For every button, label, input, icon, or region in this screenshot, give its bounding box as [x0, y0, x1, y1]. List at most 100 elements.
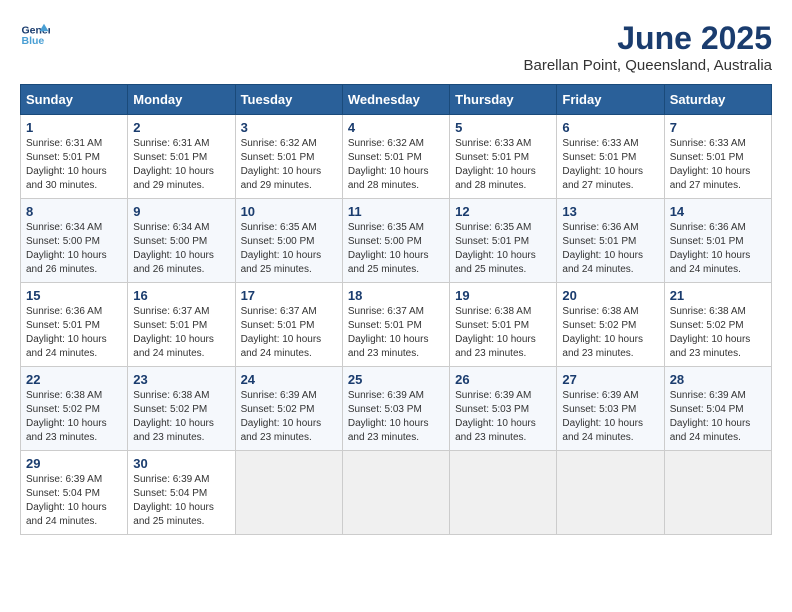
calendar-cell: 30Sunrise: 6:39 AMSunset: 5:04 PMDayligh…: [128, 451, 235, 535]
calendar-cell: 5 Sunrise: 6:33 AMSunset: 5:01 PMDaylight…: [450, 115, 557, 199]
calendar-cell: 7 Sunrise: 6:33 AMSunset: 5:01 PMDaylight…: [664, 115, 771, 199]
header: General Blue June 2025 Barellan Point, Q…: [20, 20, 772, 74]
calendar-cell: [235, 451, 342, 535]
weekday-header-friday: Friday: [557, 85, 664, 115]
calendar-cell: 12 Sunrise: 6:35 AMSunset: 5:01 PMDayligh…: [450, 199, 557, 283]
calendar-cell: [664, 451, 771, 535]
weekday-header-wednesday: Wednesday: [342, 85, 449, 115]
day-number: 26: [455, 372, 551, 387]
day-number: 11: [348, 204, 444, 219]
day-info: Sunrise: 6:33 AMSunset: 5:01 PMDaylight:…: [455, 137, 551, 193]
day-info: Sunrise: 6:39 AMSunset: 5:04 PMDaylight:…: [670, 389, 766, 445]
title-area: June 2025 Barellan Point, Queensland, Au…: [524, 20, 773, 74]
calendar-cell: [557, 451, 664, 535]
calendar-cell: [342, 451, 449, 535]
calendar-cell: 13Sunrise: 6:36 AMSunset: 5:01 PMDayligh…: [557, 199, 664, 283]
day-number: 10: [241, 204, 337, 219]
day-number: 22: [26, 372, 122, 387]
month-title: June 2025: [524, 20, 773, 57]
calendar-cell: 9 Sunrise: 6:34 AMSunset: 5:00 PMDaylight…: [128, 199, 235, 283]
day-info: Sunrise: 6:33 AMSunset: 5:01 PMDaylight:…: [670, 137, 766, 193]
day-info: Sunrise: 6:38 AMSunset: 5:02 PMDaylight:…: [562, 305, 658, 361]
day-number: 9: [133, 204, 229, 219]
calendar-cell: 20 Sunrise: 6:38 AMSunset: 5:02 PMDayligh…: [557, 283, 664, 367]
calendar-cell: 19 Sunrise: 6:38 AMSunset: 5:01 PMDayligh…: [450, 283, 557, 367]
calendar-cell: 22 Sunrise: 6:38 AMSunset: 5:02 PMDayligh…: [21, 367, 128, 451]
calendar-cell: 11 Sunrise: 6:35 AMSunset: 5:00 PMDayligh…: [342, 199, 449, 283]
day-info: Sunrise: 6:38 AMSunset: 5:02 PMDaylight:…: [670, 305, 766, 361]
calendar-cell: 16 Sunrise: 6:37 AMSunset: 5:01 PMDayligh…: [128, 283, 235, 367]
calendar-cell: 28 Sunrise: 6:39 AMSunset: 5:04 PMDayligh…: [664, 367, 771, 451]
day-info: Sunrise: 6:39 AMSunset: 5:03 PMDaylight:…: [348, 389, 444, 445]
day-number: 15: [26, 288, 122, 303]
calendar-cell: [450, 451, 557, 535]
day-number: 20: [562, 288, 658, 303]
calendar-cell: 3 Sunrise: 6:32 AMSunset: 5:01 PMDaylight…: [235, 115, 342, 199]
day-number: 25: [348, 372, 444, 387]
day-number: 3: [241, 120, 337, 135]
week-row-2: 8 Sunrise: 6:34 AMSunset: 5:00 PMDaylight…: [21, 199, 772, 283]
calendar-cell: 6 Sunrise: 6:33 AMSunset: 5:01 PMDaylight…: [557, 115, 664, 199]
day-number: 23: [133, 372, 229, 387]
week-row-4: 22 Sunrise: 6:38 AMSunset: 5:02 PMDayligh…: [21, 367, 772, 451]
day-info: Sunrise: 6:37 AMSunset: 5:01 PMDaylight:…: [241, 305, 337, 361]
weekday-header-thursday: Thursday: [450, 85, 557, 115]
day-number: 19: [455, 288, 551, 303]
day-info: Sunrise: 6:35 AMSunset: 5:00 PMDaylight:…: [241, 221, 337, 277]
calendar-cell: 10 Sunrise: 6:35 AMSunset: 5:00 PMDayligh…: [235, 199, 342, 283]
day-info: Sunrise: 6:35 AMSunset: 5:00 PMDaylight:…: [348, 221, 444, 277]
day-number: 13: [562, 204, 658, 219]
day-number: 14: [670, 204, 766, 219]
day-info: Sunrise: 6:35 AMSunset: 5:01 PMDaylight:…: [455, 221, 551, 277]
day-info: Sunrise: 6:34 AMSunset: 5:00 PMDaylight:…: [26, 221, 122, 277]
day-info: Sunrise: 6:33 AMSunset: 5:01 PMDaylight:…: [562, 137, 658, 193]
day-info: Sunrise: 6:36 AMSunset: 5:01 PMDaylight:…: [26, 305, 122, 361]
calendar-cell: 2Sunrise: 6:31 AMSunset: 5:01 PMDaylight…: [128, 115, 235, 199]
weekday-header-saturday: Saturday: [664, 85, 771, 115]
day-info: Sunrise: 6:34 AMSunset: 5:00 PMDaylight:…: [133, 221, 229, 277]
day-number: 12: [455, 204, 551, 219]
day-number: 6: [562, 120, 658, 135]
day-number: 28: [670, 372, 766, 387]
calendar-cell: 27 Sunrise: 6:39 AMSunset: 5:03 PMDayligh…: [557, 367, 664, 451]
calendar-cell: 29Sunrise: 6:39 AMSunset: 5:04 PMDayligh…: [21, 451, 128, 535]
week-row-3: 15 Sunrise: 6:36 AMSunset: 5:01 PMDayligh…: [21, 283, 772, 367]
weekday-header-sunday: Sunday: [21, 85, 128, 115]
day-info: Sunrise: 6:38 AMSunset: 5:02 PMDaylight:…: [26, 389, 122, 445]
day-number: 18: [348, 288, 444, 303]
day-info: Sunrise: 6:31 AMSunset: 5:01 PMDaylight:…: [133, 137, 229, 193]
day-info: Sunrise: 6:39 AMSunset: 5:03 PMDaylight:…: [455, 389, 551, 445]
day-number: 29: [26, 456, 122, 471]
calendar-cell: 24Sunrise: 6:39 AMSunset: 5:02 PMDayligh…: [235, 367, 342, 451]
calendar-table: SundayMondayTuesdayWednesdayThursdayFrid…: [20, 84, 772, 535]
day-info: Sunrise: 6:36 AMSunset: 5:01 PMDaylight:…: [670, 221, 766, 277]
day-number: 5: [455, 120, 551, 135]
day-number: 27: [562, 372, 658, 387]
logo-icon: General Blue: [20, 20, 50, 50]
day-info: Sunrise: 6:32 AMSunset: 5:01 PMDaylight:…: [241, 137, 337, 193]
day-number: 21: [670, 288, 766, 303]
day-info: Sunrise: 6:32 AMSunset: 5:01 PMDaylight:…: [348, 137, 444, 193]
day-number: 7: [670, 120, 766, 135]
calendar-cell: 15 Sunrise: 6:36 AMSunset: 5:01 PMDayligh…: [21, 283, 128, 367]
calendar-cell: 18Sunrise: 6:37 AMSunset: 5:01 PMDayligh…: [342, 283, 449, 367]
logo: General Blue: [20, 20, 50, 50]
day-number: 30: [133, 456, 229, 471]
day-number: 17: [241, 288, 337, 303]
day-number: 16: [133, 288, 229, 303]
calendar-cell: 4Sunrise: 6:32 AMSunset: 5:01 PMDaylight…: [342, 115, 449, 199]
day-number: 8: [26, 204, 122, 219]
day-info: Sunrise: 6:38 AMSunset: 5:02 PMDaylight:…: [133, 389, 229, 445]
day-info: Sunrise: 6:38 AMSunset: 5:01 PMDaylight:…: [455, 305, 551, 361]
day-number: 1: [26, 120, 122, 135]
calendar-cell: 23 Sunrise: 6:38 AMSunset: 5:02 PMDayligh…: [128, 367, 235, 451]
day-info: Sunrise: 6:37 AMSunset: 5:01 PMDaylight:…: [133, 305, 229, 361]
weekday-header-monday: Monday: [128, 85, 235, 115]
calendar-cell: 8 Sunrise: 6:34 AMSunset: 5:00 PMDaylight…: [21, 199, 128, 283]
calendar-cell: 1 Sunrise: 6:31 AMSunset: 5:01 PMDaylight…: [21, 115, 128, 199]
day-info: Sunrise: 6:39 AMSunset: 5:03 PMDaylight:…: [562, 389, 658, 445]
svg-text:Blue: Blue: [22, 35, 45, 47]
day-info: Sunrise: 6:31 AMSunset: 5:01 PMDaylight:…: [26, 137, 122, 193]
day-number: 24: [241, 372, 337, 387]
weekday-header-row: SundayMondayTuesdayWednesdayThursdayFrid…: [21, 85, 772, 115]
